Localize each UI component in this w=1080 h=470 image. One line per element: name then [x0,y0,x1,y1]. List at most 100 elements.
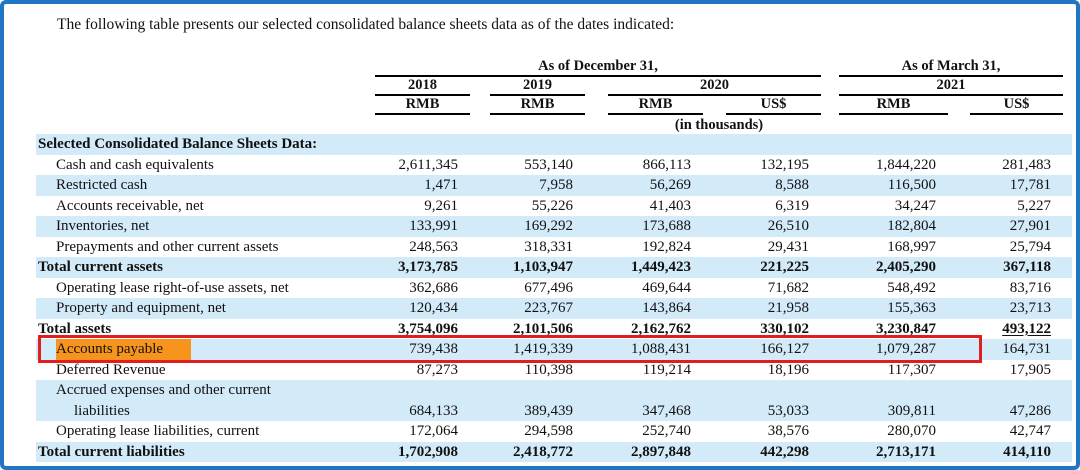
cell-value: 3,754,096 [375,319,470,340]
cell-value: 1,471 [375,175,470,196]
cell-value: 132,195 [726,155,821,176]
currency-col-0: RMB [375,97,470,115]
cell-value: 117,307 [839,360,948,381]
cell-value: 29,431 [726,237,821,258]
row-label: Operating lease right-of-use assets, net [36,278,375,299]
row-label-line1: Accrued expenses and other current [56,380,375,401]
cell-value: 25,794 [970,237,1063,258]
cell-value: 281,483 [970,155,1063,176]
cell-value: 5,227 [970,196,1063,217]
cell-value: 83,716 [970,278,1063,299]
balance-sheet-table: As of December 31, As of March 31, 2018 … [36,58,1072,462]
cell-value: 252,740 [608,421,703,442]
cell-value: 318,331 [490,237,585,258]
header-currencies: RMB RMB RMB US$ RMB US$ [36,96,1072,115]
row-property-and-equipment-net: Property and equipment, net 120,434 223,… [36,298,1072,319]
cell-value: 26,510 [726,216,821,237]
row-operating-lease-right-of-use-assets-net: Operating lease right-of-use assets, net… [36,278,1072,299]
cell-value: 53,033 [726,401,821,422]
cell-value: 182,804 [839,216,948,237]
intro-paragraph: The following table presents our selecte… [57,14,1076,35]
cell-value: 119,214 [608,360,703,381]
cell-value: 362,686 [375,278,470,299]
cell-value: 553,140 [490,155,585,176]
cell-value: 155,363 [839,298,948,319]
row-label-line2: liabilities [56,401,375,422]
row-label: Deferred Revenue [36,360,375,381]
cell-value: 294,598 [490,421,585,442]
header-date-groups: As of December 31, As of March 31, [36,58,1072,77]
cell-value: 414,110 [970,442,1063,463]
row-deferred-revenue: Deferred Revenue 87,273 110,398 119,214 … [36,360,1072,381]
cell-value: 87,273 [375,360,470,381]
row-total-current-liabilities: Total current liabilities 1,702,908 2,41… [36,442,1072,463]
row-inventories-net: Inventories, net 133,991 169,292 173,688… [36,216,1072,237]
currency-col-3: US$ [726,97,821,115]
cell-value: 9,261 [375,196,470,217]
cell-value: 23,713 [970,298,1063,319]
row-accrued-expenses-and-other-current-liabilities: Accrued expenses and other current liabi… [36,380,1072,421]
cell-value: 18,196 [726,360,821,381]
row-label: Total assets [36,319,375,340]
cell-value: 168,997 [839,237,948,258]
row-label: Total current liabilities [36,442,375,463]
cell-value: 164,731 [970,339,1063,360]
col-group-march: As of March 31, [839,59,1063,77]
cell-value: 173,688 [608,216,703,237]
cell-value: 17,781 [970,175,1063,196]
cell-value: 34,247 [839,196,948,217]
cell-value: 1,088,431 [608,339,703,360]
row-total-assets: Total assets 3,754,096 2,101,506 2,162,7… [36,319,1072,340]
cell-value: 116,500 [839,175,948,196]
row-label: Prepayments and other current assets [36,237,375,258]
year-2020: 2020 [608,78,821,96]
row-label: Property and equipment, net [36,298,375,319]
cell-value: 166,127 [726,339,821,360]
cell-value: 38,576 [726,421,821,442]
document-page: The following table presents our selecte… [0,0,1080,470]
section-title: Selected Consolidated Balance Sheets Dat… [36,134,375,155]
row-label: Operating lease liabilities, current [36,421,375,442]
cell-value: 367,118 [970,257,1063,278]
header-units-note-row: (in thousands) [36,115,1072,134]
currency-col-2: RMB [608,97,703,115]
row-cash-and-cash-equivalents: Cash and cash equivalents 2,611,345 553,… [36,155,1072,176]
row-label: Total current assets [36,257,375,278]
cell-value: 3,230,847 [839,319,948,340]
cell-value: 389,439 [490,401,585,422]
cell-value: 548,492 [839,278,948,299]
year-2021: 2021 [839,78,1063,96]
cell-value: 223,767 [490,298,585,319]
cell-value: 21,958 [726,298,821,319]
cell-value: 221,225 [726,257,821,278]
cell-value: 6,319 [726,196,821,217]
row-restricted-cash: Restricted cash 1,471 7,958 56,269 8,588… [36,175,1072,196]
cell-value: 7,958 [490,175,585,196]
cell-value: 1,844,220 [839,155,948,176]
cell-value: 1,449,423 [608,257,703,278]
row-prepayments-and-other-current-assets: Prepayments and other current assets 248… [36,237,1072,258]
cell-value: 2,611,345 [375,155,470,176]
row-label: Inventories, net [36,216,375,237]
cell-value: 347,468 [608,401,703,422]
units-note: (in thousands) [375,117,1063,134]
cell-value: 442,298 [726,442,821,463]
year-2018: 2018 [375,78,470,96]
cell-value: 17,905 [970,360,1063,381]
cell-value: 110,398 [490,360,585,381]
cell-value: 143,864 [608,298,703,319]
row-label: Restricted cash [36,175,375,196]
cell-value: 41,403 [608,196,703,217]
cell-value: 684,133 [375,401,470,422]
cell-value: 56,269 [608,175,703,196]
currency-col-1: RMB [490,97,585,115]
cell-value: 469,644 [608,278,703,299]
row-accounts-payable: Accounts payable 739,438 1,419,339 1,088… [36,339,1072,360]
cell-value: 8,588 [726,175,821,196]
cell-value: 169,292 [490,216,585,237]
highlighted-label: Accounts payable [56,339,191,360]
cell-value: 2,162,762 [608,319,703,340]
cell-value: 1,419,339 [490,339,585,360]
row-label: Accounts payable [36,339,375,360]
cell-value: 2,405,290 [839,257,948,278]
